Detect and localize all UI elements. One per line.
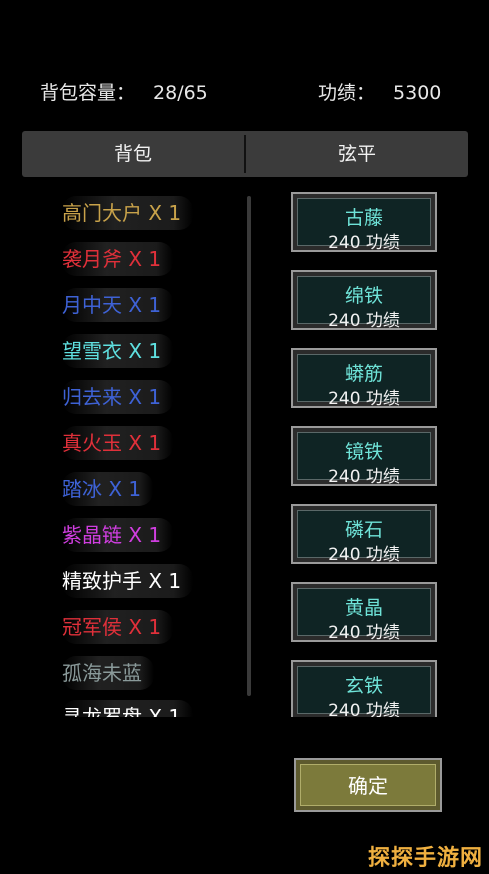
merit-label: 功绩： [318, 82, 376, 104]
shop-item-name: 蟒筋 [344, 363, 383, 385]
inventory-item[interactable]: 望雪衣 X 1 [62, 334, 174, 368]
shop-item-name: 古藤 [344, 207, 383, 229]
shop-item-panel: 磷石 240 功绩 [297, 510, 431, 565]
shop-item[interactable]: 绵铁 240 功绩 [291, 270, 437, 331]
shop-item-price: 240 功绩 [328, 467, 400, 487]
shop-item-price: 240 功绩 [328, 233, 400, 253]
shop-item-panel: 绵铁 240 功绩 [297, 276, 431, 331]
shop-item[interactable]: 玄铁 240 功绩 [291, 660, 437, 717]
shop-item-price: 240 功绩 [328, 623, 400, 643]
shop-item[interactable]: 镜铁 240 功绩 [291, 426, 437, 487]
shop-item-name: 黄晶 [344, 597, 383, 619]
inventory-item[interactable]: 月中天 X 1 [62, 288, 174, 322]
merit-value: 5300 [393, 82, 442, 104]
shop-item[interactable]: 黄晶 240 功绩 [291, 582, 437, 643]
inventory-item[interactable]: 真火玉 X 1 [62, 426, 174, 460]
status-bar: 背包容量： 28/65 功绩： 5300 [0, 78, 489, 110]
tab-shop[interactable]: 弦平 [246, 131, 468, 177]
shop-item-panel: 古藤 240 功绩 [297, 198, 431, 253]
bag-capacity-value: 28/65 [153, 82, 208, 104]
shop-item[interactable]: 磷石 240 功绩 [291, 504, 437, 565]
inventory-scrollbar[interactable] [247, 196, 251, 696]
tab-bar: 背包 弦平 [22, 131, 468, 177]
shop-item-price: 240 功绩 [328, 545, 400, 565]
shop-item-price: 240 功绩 [328, 701, 400, 717]
inventory-item[interactable]: 精致护手 X 1 [62, 564, 194, 598]
inventory-item[interactable]: 高门大户 X 1 [62, 196, 194, 230]
watermark-logo: 探探手游网 [367, 846, 483, 871]
inventory-item[interactable]: 归去来 X 1 [62, 380, 174, 414]
bag-capacity-label: 背包容量： [40, 82, 136, 104]
shop-item-panel: 黄晶 240 功绩 [297, 588, 431, 643]
shop-item-price: 240 功绩 [328, 389, 400, 409]
inventory-item[interactable]: 孤海未蓝 [62, 656, 154, 690]
inventory-item[interactable]: 袭月斧 X 1 [62, 242, 174, 276]
shop-item-name: 绵铁 [344, 285, 383, 307]
inventory-item[interactable]: 冠军侯 X 1 [62, 610, 174, 644]
inventory-item[interactable]: 紫晶链 X 1 [62, 518, 174, 552]
shop-item-price: 240 功绩 [328, 311, 400, 331]
shop-item[interactable]: 蟒筋 240 功绩 [291, 348, 437, 409]
merit-counter: 功绩： 5300 [318, 78, 441, 105]
shop-item-name: 磷石 [344, 519, 383, 541]
confirm-button-label: 确定 [300, 764, 436, 806]
inventory-item[interactable]: 寻龙罗盘 X 1 [62, 700, 194, 717]
shop-item[interactable]: 古藤 240 功绩 [291, 192, 437, 253]
shop-item-name: 镜铁 [344, 441, 383, 463]
shop-item-panel: 蟒筋 240 功绩 [297, 354, 431, 409]
inventory-list[interactable]: 高门大户 X 1 袭月斧 X 1 月中天 X 1 望雪衣 X 1 归去来 X 1… [40, 190, 240, 717]
shop-item-panel: 玄铁 240 功绩 [297, 666, 431, 717]
inventory-item[interactable]: 踏冰 X 1 [62, 472, 154, 506]
bag-capacity: 背包容量： 28/65 [40, 78, 208, 105]
shop-item-name: 玄铁 [344, 675, 383, 697]
confirm-button[interactable]: 确定 [294, 758, 442, 812]
shop-list[interactable]: 古藤 240 功绩 绵铁 240 功绩 蟒筋 240 功绩 镜铁 240 功绩 … [291, 192, 441, 717]
tab-bag[interactable]: 背包 [22, 131, 244, 177]
shop-item-panel: 镜铁 240 功绩 [297, 432, 431, 487]
